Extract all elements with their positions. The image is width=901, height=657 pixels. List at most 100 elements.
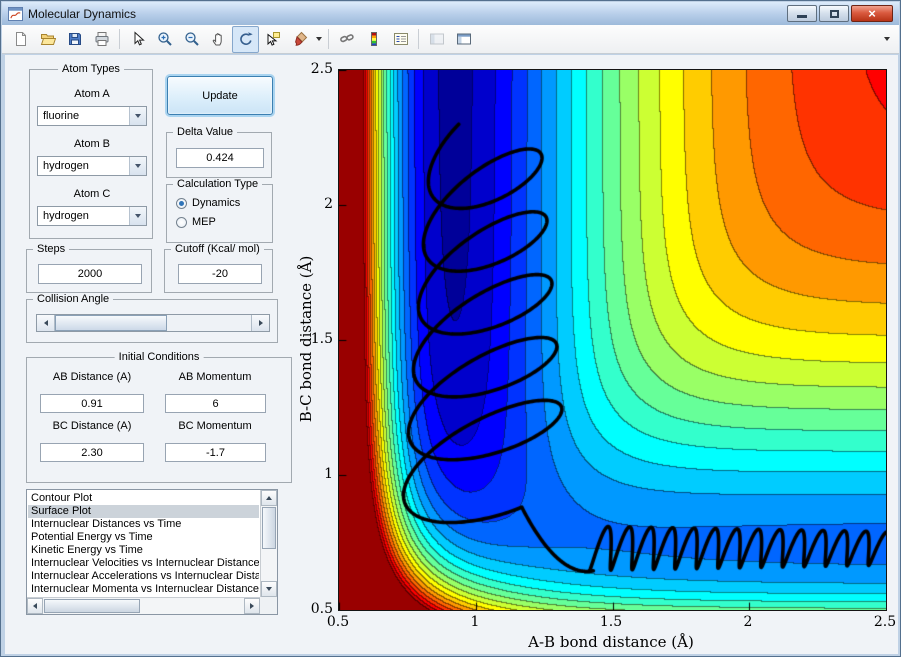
atom-types-panel: Atom Types Atom A fluorine Atom B hydrog… <box>29 63 153 239</box>
zoom-out-icon <box>184 32 199 46</box>
collision-angle-slider[interactable] <box>36 314 270 332</box>
scroll-up-button[interactable] <box>261 490 277 506</box>
colorbar-icon <box>370 32 377 46</box>
maximize-button[interactable] <box>819 5 849 22</box>
atom-a-label: Atom A <box>74 88 110 100</box>
y-tick-label: 2 <box>324 196 333 212</box>
plot-type-listbox: Contour Plot Surface Plot Internuclear D… <box>26 489 278 615</box>
scroll-right-button[interactable] <box>244 598 260 614</box>
atom-b-value: hydrogen <box>43 160 89 172</box>
open-file-button[interactable] <box>34 26 61 53</box>
new-figure-button[interactable] <box>7 26 34 53</box>
atom-a-dropdown[interactable]: fluorine <box>37 106 147 126</box>
list-item[interactable]: Internuclear Distances vs Time <box>28 518 259 531</box>
zoom-in-icon <box>157 32 172 46</box>
bc-distance-field[interactable]: 2.30 <box>40 443 144 462</box>
rotate-3d-button[interactable] <box>232 25 259 53</box>
delta-value-field[interactable]: 0.424 <box>176 148 264 168</box>
initial-conditions-panel: Initial Conditions AB Distance (A) AB Mo… <box>26 351 292 483</box>
edit-cursor-icon <box>134 31 145 46</box>
atom-b-label: Atom B <box>73 138 111 150</box>
list-item[interactable]: Kinetic Energy vs Time <box>28 544 259 557</box>
horizontal-scroll-thumb[interactable] <box>44 599 140 613</box>
ab-distance-field[interactable]: 0.91 <box>40 394 144 413</box>
scroll-left-button[interactable] <box>27 598 43 614</box>
print-figure-button[interactable] <box>88 26 115 53</box>
cutoff-title: Cutoff (Kcal/ mol) <box>171 243 264 255</box>
ab-momentum-field[interactable]: 6 <box>165 394 266 413</box>
atom-c-value: hydrogen <box>43 210 89 222</box>
arrow-up-icon <box>266 496 272 500</box>
list-item-selected[interactable]: Surface Plot <box>28 505 259 518</box>
data-cursor-button[interactable] <box>259 26 286 53</box>
x-axis-label: A-B bond distance (Å) <box>528 633 694 651</box>
atom-types-panel-title: Atom Types <box>58 63 124 75</box>
steps-title: Steps <box>33 243 70 255</box>
zoom-in-button[interactable] <box>151 26 178 53</box>
save-figure-button[interactable] <box>61 26 88 53</box>
toolbar-separator <box>119 29 120 49</box>
update-button[interactable]: Update <box>167 76 273 115</box>
radio-selected-icon <box>176 197 187 209</box>
bc-momentum-field[interactable]: -1.7 <box>165 443 266 462</box>
atom-c-dropdown[interactable]: hydrogen <box>37 206 147 226</box>
data-cursor-icon <box>267 32 280 46</box>
scrollbar-corner <box>260 597 277 614</box>
chevron-down-icon <box>135 164 141 168</box>
slider-right-arrow[interactable] <box>251 315 269 331</box>
legend-icon <box>393 33 408 45</box>
open-folder-icon <box>40 34 56 45</box>
y-axis-label: B-C bond distance (Å) <box>297 255 315 423</box>
edit-plot-button[interactable] <box>124 26 151 53</box>
radio-unselected-icon <box>176 216 187 228</box>
arrow-left-icon <box>43 320 48 326</box>
hide-plot-tools-button <box>423 26 450 53</box>
calculation-type-panel: Calculation Type Dynamics MEP <box>166 178 273 243</box>
list-item[interactable]: Internuclear Velocities vs Internuclear … <box>28 557 259 570</box>
plot-canvas[interactable] <box>339 70 886 610</box>
atom-b-dropdown[interactable]: hydrogen <box>37 156 147 176</box>
printer-icon <box>95 32 108 46</box>
link-plot-button[interactable] <box>333 26 360 53</box>
radio-mep-label: MEP <box>192 216 216 228</box>
list-item[interactable]: Internuclear Accelerations vs Internucle… <box>28 570 259 583</box>
x-tick-label: 1.5 <box>599 614 623 630</box>
close-icon: × <box>868 5 876 21</box>
cutoff-field[interactable]: -20 <box>178 264 262 284</box>
insert-legend-button[interactable] <box>387 26 414 53</box>
radio-mep[interactable]: MEP <box>176 216 216 228</box>
horizontal-scrollbar[interactable] <box>27 597 260 614</box>
ab-momentum-label: AB Momentum <box>178 371 252 383</box>
slider-thumb[interactable] <box>55 315 167 331</box>
dropdown-arrow-button <box>129 157 146 175</box>
minimize-button[interactable] <box>787 5 817 22</box>
y-tick-label: 2.5 <box>310 61 333 77</box>
radio-dynamics-label: Dynamics <box>192 197 241 209</box>
show-plot-tools-button[interactable] <box>450 26 477 53</box>
steps-field[interactable]: 2000 <box>38 264 142 284</box>
list-item[interactable]: Internuclear Momenta vs Internuclear Dis… <box>28 583 259 596</box>
list-item[interactable]: Potential Energy vs Time <box>28 531 259 544</box>
close-button[interactable]: × <box>851 5 893 22</box>
brush-data-button[interactable] <box>286 26 313 53</box>
chevron-down-icon <box>883 37 890 41</box>
arrow-left-icon <box>33 603 37 609</box>
pan-button[interactable] <box>205 26 232 53</box>
bc-distance-label: BC Distance (A) <box>52 420 132 432</box>
slider-left-arrow[interactable] <box>37 315 55 331</box>
scroll-down-button[interactable] <box>261 581 277 597</box>
x-tick-label: 1 <box>470 614 480 630</box>
brush-dropdown-button[interactable] <box>313 27 324 52</box>
insert-colorbar-button[interactable] <box>360 26 387 53</box>
delta-value-title: Delta Value <box>173 126 238 138</box>
zoom-out-button[interactable] <box>178 26 205 53</box>
radio-dynamics[interactable]: Dynamics <box>176 197 240 209</box>
vertical-scroll-thumb[interactable] <box>262 507 276 549</box>
x-tick-label: 2.5 <box>873 614 897 630</box>
link-chain-icon <box>339 34 354 43</box>
app-window: Molecular Dynamics × Atom Types Atom A f… <box>0 0 901 657</box>
list-item[interactable]: Contour Plot <box>28 492 259 505</box>
toolbar-overflow-chevron[interactable] <box>881 27 892 52</box>
window-controls: × <box>787 5 893 22</box>
vertical-scrollbar[interactable] <box>260 490 277 597</box>
